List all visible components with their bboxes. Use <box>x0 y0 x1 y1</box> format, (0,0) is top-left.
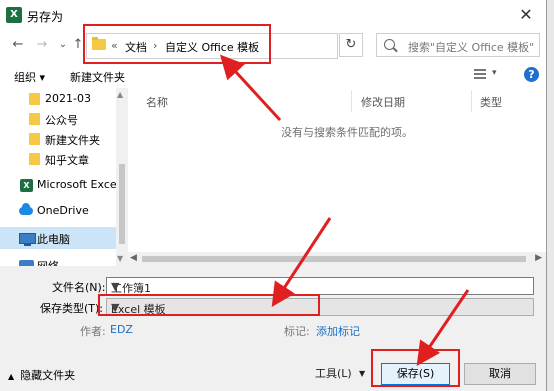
arrow-to-filetype <box>271 217 332 308</box>
arrow-to-address <box>219 54 282 122</box>
arrow-to-save <box>416 289 470 366</box>
annotation-arrows <box>219 54 470 366</box>
